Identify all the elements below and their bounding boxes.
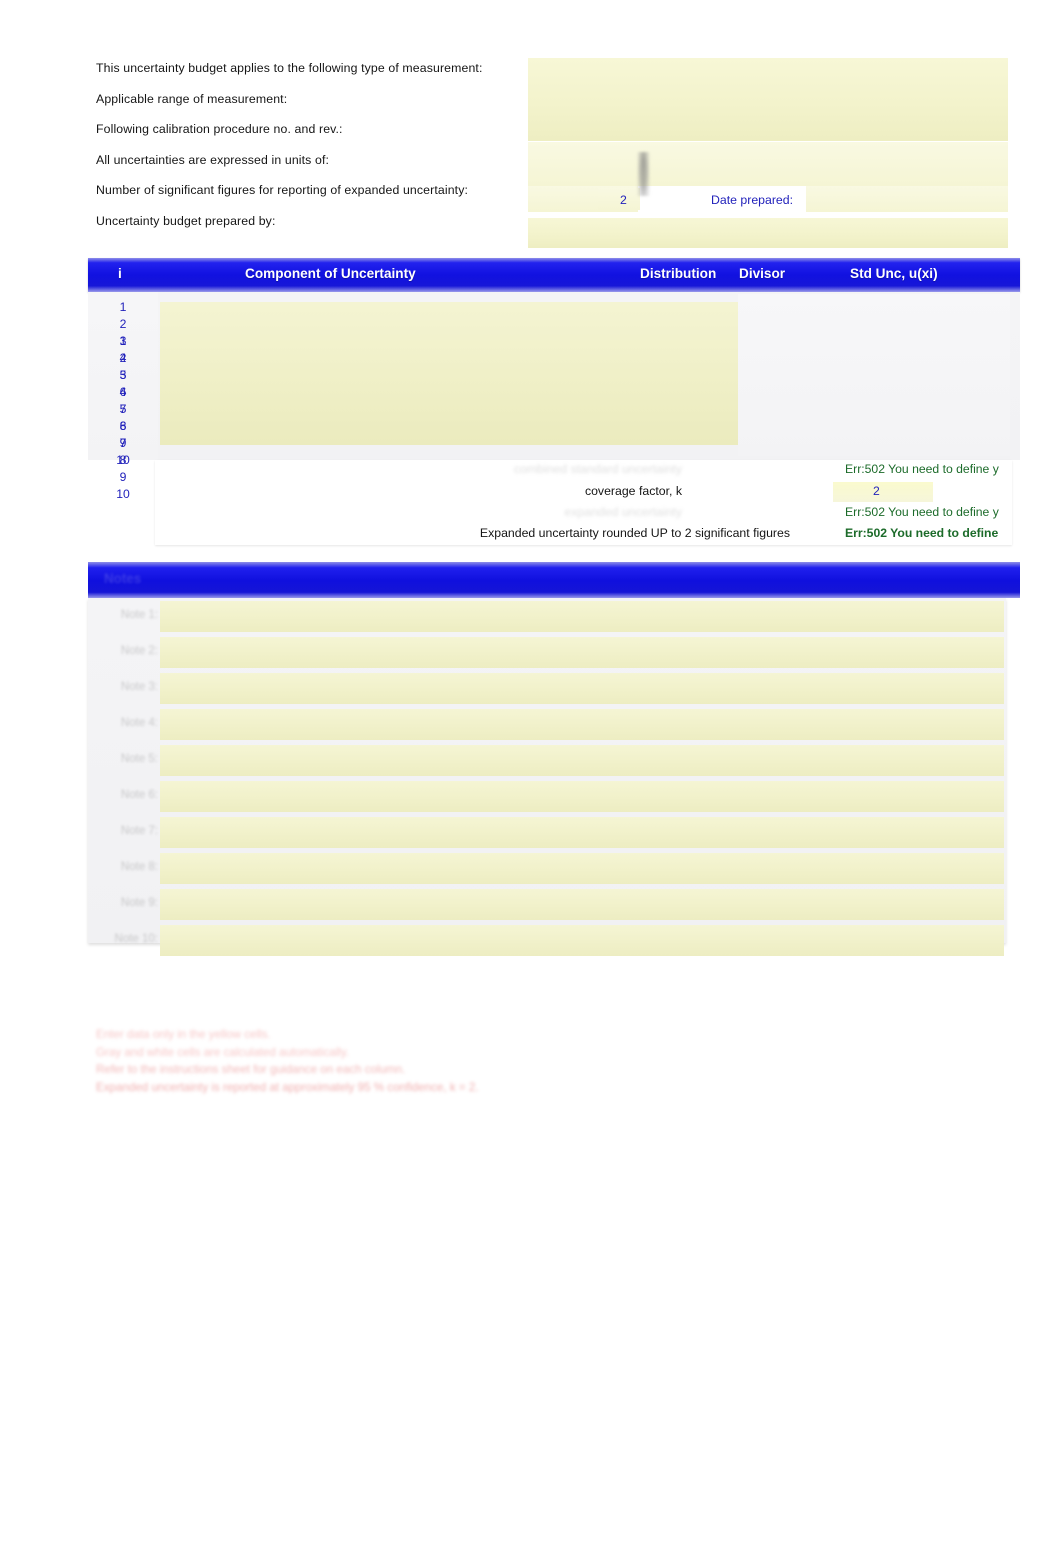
- input-measurement-type[interactable]: [528, 58, 1008, 141]
- note-label: Note 6:: [120, 789, 158, 801]
- note-label: Note 7:: [120, 825, 158, 837]
- note-row: Note 3:: [88, 672, 1006, 706]
- input-coverage-factor[interactable]: [833, 482, 933, 502]
- note-row: Note 2:: [88, 636, 1006, 670]
- value-expanded-uncertainty-rounded: Err:502 You need to define: [845, 526, 999, 540]
- component-entry-area[interactable]: [160, 302, 738, 445]
- table-row-index: 9: [119, 470, 127, 484]
- footer-instructions: Enter data only in the yellow cells. Gra…: [96, 1026, 886, 1096]
- row-index-6: 6: [119, 385, 127, 399]
- note-input[interactable]: [160, 637, 1004, 668]
- spinner-artifact-icon: [637, 152, 650, 196]
- note-input[interactable]: [160, 781, 1004, 812]
- column-header-distribution: Distribution: [640, 266, 717, 281]
- notes-section: Notes Note 1: Note 2: Note 3: Note 4: No…: [88, 562, 1020, 956]
- row-index-8: 8: [119, 419, 127, 433]
- calculated-values-area: [738, 294, 1010, 456]
- note-label: Note 2:: [120, 645, 158, 657]
- row-index-1: 1: [119, 300, 127, 314]
- row-index-4: 4: [119, 351, 127, 365]
- uncertainty-budget-sheet: This uncertainty budget applies to the f…: [0, 0, 1062, 1556]
- note-row: Note 1:: [88, 600, 1006, 634]
- index-number-overlay: 1 2 3 4 5 6 7 8 9 10: [88, 292, 158, 467]
- note-row: Note 6:: [88, 780, 1006, 814]
- label-combined-standard-uncertainty: combined standard uncertainty: [513, 462, 682, 476]
- note-row: Note 8:: [88, 852, 1006, 886]
- row-index-10: 10: [116, 453, 130, 467]
- label-coverage-factor: coverage factor, k: [584, 484, 682, 498]
- value-combined-standard-uncertainty: Err:502 You need to define y: [845, 462, 999, 476]
- footer-line: Expanded uncertainty is reported at appr…: [96, 1080, 479, 1094]
- value-coverage-factor: 2: [873, 484, 880, 498]
- value-expanded-uncertainty: Err:502 You need to define y: [845, 505, 999, 519]
- note-label: Note 1:: [120, 609, 158, 621]
- label-expanded-uncertainty-rounded: Expanded uncertainty rounded UP to 2 sig…: [479, 526, 790, 540]
- table-row-index: 10: [116, 487, 130, 501]
- note-input[interactable]: [160, 745, 1004, 776]
- label-date-prepared: Date prepared:: [711, 193, 794, 207]
- footer-line: Refer to the instructions sheet for guid…: [96, 1063, 406, 1076]
- row-index-2: 2: [119, 317, 127, 331]
- notes-body: Note 1: Note 2: Note 3: Note 4: Note 5: …: [88, 598, 1006, 956]
- summary-block: combined standard uncertainty Err:502 Yo…: [155, 460, 1012, 545]
- budget-table-header-row: i Component of Uncertainty Distribution …: [88, 258, 1020, 292]
- note-row: Note 7:: [88, 816, 1006, 850]
- note-label: Note 8:: [120, 861, 158, 873]
- label-units: All uncertainties are expressed in units…: [96, 152, 330, 167]
- note-row: Note 4:: [88, 708, 1006, 742]
- note-label: Note 3:: [120, 681, 158, 693]
- summary-row-combined-uncertainty: combined standard uncertainty Err:502 Yo…: [155, 460, 1012, 482]
- note-input[interactable]: [160, 709, 1004, 740]
- note-row: Note 10:: [88, 924, 1006, 958]
- note-row: Note 5:: [88, 744, 1006, 778]
- row-index-5: 5: [119, 368, 127, 382]
- uncertainty-budget-table: i Component of Uncertainty Distribution …: [88, 258, 1020, 501]
- note-input[interactable]: [160, 673, 1004, 704]
- label-significant-figures: Number of significant figures for report…: [96, 183, 469, 197]
- budget-table-body: 1 2 3 4 5 6 7 8 9 10: [88, 292, 1020, 501]
- column-header-std-unc: Std Unc, u(xi): [850, 266, 938, 281]
- column-header-component: Component of Uncertainty: [245, 266, 416, 281]
- input-prepared-by[interactable]: [528, 218, 1008, 248]
- note-input[interactable]: [160, 601, 1004, 632]
- input-significant-figures[interactable]: [598, 188, 640, 210]
- label-applicable-range: Applicable range of measurement:: [96, 91, 288, 106]
- note-label: Note 10:: [114, 933, 158, 945]
- column-header-divisor: Divisor: [739, 266, 786, 281]
- note-input[interactable]: [160, 925, 1004, 956]
- value-significant-figures: 2: [620, 193, 627, 207]
- label-expanded-uncertainty: expanded uncertainty: [564, 505, 682, 519]
- input-date-prepared[interactable]: [806, 186, 1008, 212]
- label-measurement-type: This uncertainty budget applies to the f…: [96, 61, 483, 75]
- row-index-7: 7: [119, 402, 127, 416]
- row-index-3: 3: [119, 334, 127, 348]
- summary-row-expanded-rounded: Expanded uncertainty rounded UP to 2 sig…: [155, 524, 1012, 545]
- row-index-9: 9: [119, 436, 127, 450]
- label-prepared-by: Uncertainty budget prepared by:: [96, 213, 276, 228]
- note-row: Note 9:: [88, 888, 1006, 922]
- footer-line: Gray and white cells are calculated auto…: [96, 1045, 350, 1059]
- summary-row-coverage-factor: coverage factor, k 2: [155, 482, 1012, 503]
- notes-header-bar: Notes: [88, 562, 1020, 598]
- note-input[interactable]: [160, 817, 1004, 848]
- column-header-index: i: [118, 266, 122, 281]
- summary-row-expanded-uncertainty: expanded uncertainty Err:502 You need to…: [155, 503, 1012, 524]
- note-input[interactable]: [160, 889, 1004, 920]
- notes-header-label: Notes: [104, 571, 142, 586]
- note-label: Note 5:: [120, 753, 158, 765]
- note-input[interactable]: [160, 853, 1004, 884]
- input-calibration-procedure[interactable]: [528, 142, 1008, 186]
- note-label: Note 9:: [120, 897, 158, 909]
- footer-line: Enter data only in the yellow cells.: [96, 1028, 271, 1041]
- note-label: Note 4:: [120, 717, 158, 729]
- label-calibration-procedure: Following calibration procedure no. and …: [96, 122, 343, 136]
